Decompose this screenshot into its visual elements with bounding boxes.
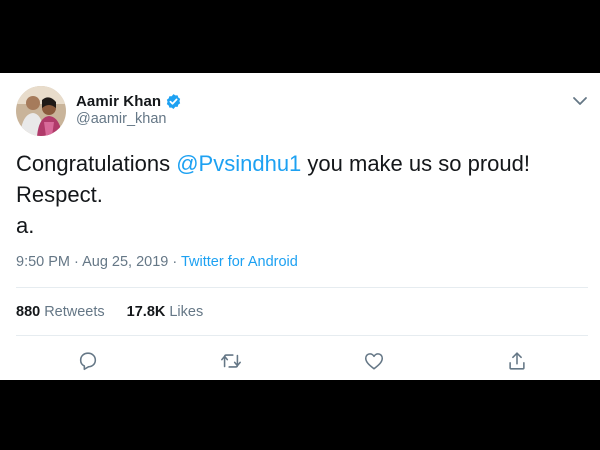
text-segment: you make us so proud! [301,151,530,176]
retweets-label: Retweets [44,304,105,320]
author-block: Aamir Khan @aamir_khan [76,93,182,127]
display-name[interactable]: Aamir Khan [76,93,161,110]
likes-label: Likes [169,304,204,320]
avatar-image [16,86,66,136]
mention-link[interactable]: @Pvsindhu1 [176,151,301,176]
meta-separator: · [168,254,181,270]
retweets-stat[interactable]: 880 Retweets [16,304,105,320]
tweet-stats: 880 Retweets 17.8K Likes [16,304,225,320]
share-icon[interactable] [506,350,528,372]
avatar[interactable] [16,86,66,136]
reply-icon[interactable] [77,350,99,372]
text-segment: Congratulations [16,151,177,176]
tweet-text-line-2: Respect. [16,182,103,207]
retweet-icon[interactable] [220,350,242,372]
tweet-meta: 9:50 PM · Aug 25, 2019 · Twitter for And… [16,254,298,270]
likes-stat[interactable]: 17.8K Likes [127,304,204,320]
verified-badge-icon [161,93,182,110]
tweet-card: Aamir Khan @aamir_khan Congratulations @… [0,73,600,380]
like-icon[interactable] [363,350,385,372]
handle[interactable]: @aamir_khan [76,111,182,127]
likes-count: 17.8K [126,304,166,320]
tweet-text-line-1: Congratulations @Pvsindhu1 you make us s… [16,148,586,179]
timestamp[interactable]: 9:50 PM · Aug 25, 2019 [16,254,168,270]
tweet-text-line-3: a. [16,213,35,238]
chevron-down-icon[interactable] [572,94,588,106]
divider [16,287,588,288]
divider [16,335,588,336]
source-link[interactable]: Twitter for Android [181,254,298,270]
retweets-count: 880 [16,304,41,320]
tweet-text: Congratulations @Pvsindhu1 you make us s… [16,148,586,241]
action-bar [0,350,600,372]
